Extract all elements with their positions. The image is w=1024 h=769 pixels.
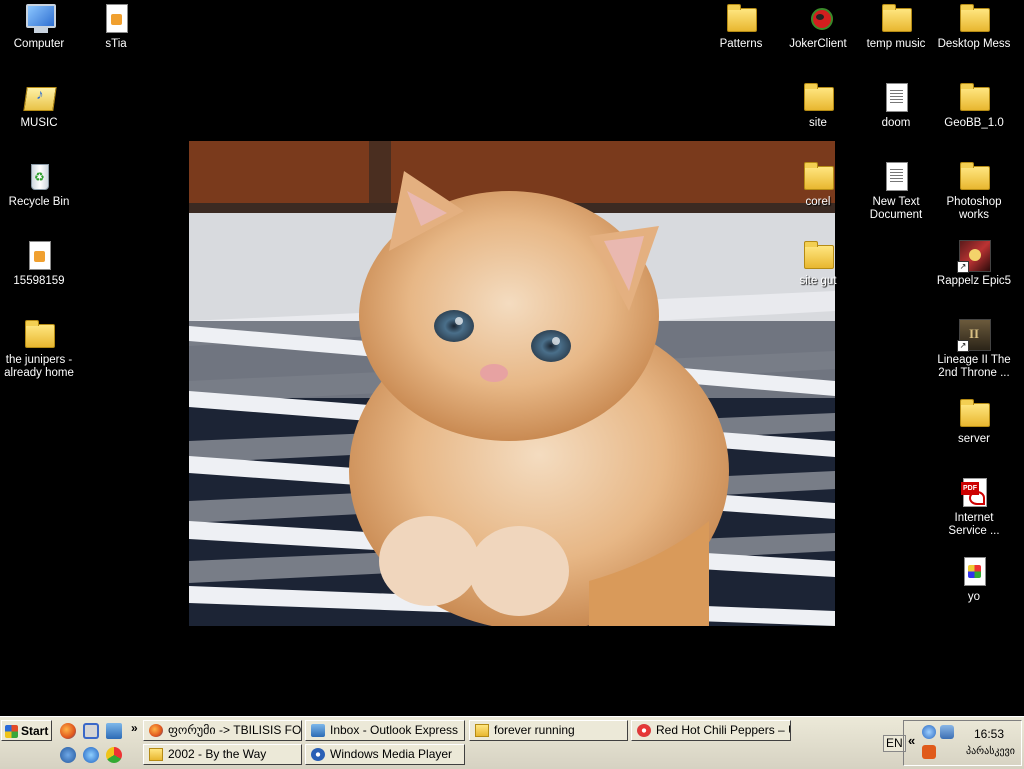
shortcut-arrow-icon: ↗ — [957, 340, 969, 352]
start-button[interactable]: Start — [1, 720, 52, 741]
desktop-icon-new-text-document[interactable]: New Text Document — [857, 160, 935, 222]
folder-icon — [804, 162, 834, 190]
network-icon[interactable] — [60, 747, 76, 763]
joker-icon — [805, 2, 833, 32]
file-icon — [29, 241, 51, 270]
folder-icon — [960, 399, 990, 427]
pdf-icon — [961, 478, 987, 507]
recycle-bin-icon — [31, 164, 49, 190]
outlook-icon — [311, 724, 325, 737]
folder-icon — [960, 83, 990, 111]
taskbar-button-media[interactable]: Red Hot Chili Peppers – U... — [631, 720, 791, 741]
desktop[interactable]: Computer sTia MUSIC Recycle Bin 15598159… — [0, 0, 1024, 716]
wallpaper-kitten-photo — [189, 141, 835, 626]
wmp-icon — [311, 748, 325, 761]
desktop-icon-photoshop-works[interactable]: Photoshop works — [935, 160, 1013, 222]
desktop-icon-site[interactable]: site — [779, 81, 857, 130]
folder-icon — [882, 4, 912, 32]
desktop-icon-yo[interactable]: yo — [935, 555, 1013, 604]
music-folder-icon — [23, 87, 57, 111]
computer-icon — [26, 4, 56, 33]
media-icon — [637, 724, 651, 737]
taskbar-button-windows-media-player[interactable]: Windows Media Player — [305, 744, 465, 765]
clock[interactable]: 16:53 — [974, 727, 1004, 741]
taskbar: Start » ფორუმი -> TBILISIS FORU... Inbox… — [0, 716, 1024, 769]
windows-logo-icon — [5, 725, 18, 738]
internet-explorer-icon[interactable] — [83, 747, 99, 763]
folder-icon — [25, 320, 55, 348]
folder-icon — [804, 241, 834, 269]
desktop-icon-the-junipers[interactable]: the junipers - already home — [0, 318, 78, 380]
firefox-icon — [149, 724, 163, 737]
desktop-icon-music[interactable]: MUSIC — [0, 81, 78, 130]
text-document-icon — [886, 83, 908, 112]
desktop-icon-geobb[interactable]: GeoBB_1.0 — [935, 81, 1013, 130]
date-day: პარასკევი — [966, 746, 1015, 757]
shortcut-arrow-icon: ↗ — [957, 261, 969, 273]
desktop-icon-internet-service[interactable]: Internet Service ... — [935, 476, 1013, 538]
desktop-icon-desktop-mess[interactable]: Desktop Mess — [935, 2, 1013, 51]
taskbar-button-firefox[interactable]: ფორუმი -> TBILISIS FORU... — [143, 720, 302, 741]
folder-icon — [475, 724, 489, 737]
desktop-icon-doom[interactable]: doom — [857, 81, 935, 130]
taskbar-button-outlook[interactable]: Inbox - Outlook Express — [305, 720, 465, 741]
download-manager-icon[interactable] — [922, 745, 936, 759]
desktop-icon-15598159[interactable]: 15598159 — [0, 239, 78, 288]
folder-icon — [960, 4, 990, 32]
chrome-icon[interactable] — [106, 747, 122, 763]
show-desktop-icon[interactable] — [106, 723, 122, 739]
display-icon[interactable] — [940, 725, 954, 739]
folder-icon — [960, 162, 990, 190]
quick-launch-more-button[interactable]: » — [131, 721, 138, 735]
image-file-icon — [964, 557, 986, 586]
desktop-icon-temp-music[interactable]: temp music — [857, 2, 935, 51]
desktop-icon-server[interactable]: server — [935, 397, 1013, 446]
desktop-icon-site-gut[interactable]: site gut — [779, 239, 857, 288]
taskbar-button-2002-by-the-way[interactable]: 2002 - By the Way — [143, 744, 302, 765]
desktop-icon-computer[interactable]: Computer — [0, 2, 78, 51]
firefox-icon[interactable] — [60, 723, 76, 739]
settings-icon[interactable] — [83, 723, 99, 739]
file-icon — [106, 4, 128, 33]
system-tray — [903, 720, 1022, 766]
desktop-icon-recycle-bin[interactable]: Recycle Bin — [0, 160, 78, 209]
desktop-icon-lineage[interactable]: ↗ Lineage II The 2nd Throne ... — [935, 318, 1013, 380]
desktop-icon-corel[interactable]: corel — [779, 160, 857, 209]
desktop-icon-patterns[interactable]: Patterns — [702, 2, 780, 51]
desktop-icon-stia[interactable]: sTia — [77, 2, 155, 51]
desktop-icon-rappelz[interactable]: ↗ Rappelz Epic5 — [935, 239, 1013, 288]
folder-icon — [804, 83, 834, 111]
folder-icon — [149, 748, 163, 761]
folder-icon — [727, 4, 757, 32]
desktop-icon-jokerclient[interactable]: JokerClient — [779, 2, 857, 51]
tray-expand-button[interactable]: « — [908, 733, 915, 748]
taskbar-button-forever-running[interactable]: forever running — [469, 720, 628, 741]
network-status-icon[interactable] — [922, 725, 936, 739]
text-document-icon — [886, 162, 908, 191]
